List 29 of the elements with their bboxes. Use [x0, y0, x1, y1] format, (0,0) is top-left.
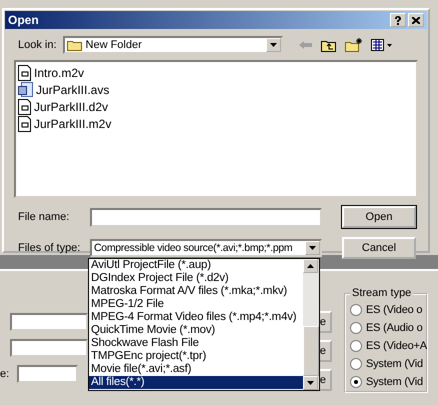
window-title: Open: [8, 13, 40, 27]
file-name-label: File name:: [18, 211, 70, 223]
list-option[interactable]: MPEG-4 Format Video files (*.mp4;*.m4v): [89, 311, 303, 324]
file-type-dropdown[interactable]: Compressible video source(*.avi;*.bmp;*.ppm: [90, 239, 322, 257]
list-option[interactable]: Movie file(*.avi;*.asf): [89, 363, 303, 376]
radio-label: System (Vid: [366, 358, 423, 370]
list-option[interactable]: DGIndex Project File (*.d2v): [89, 272, 303, 285]
radio-label: ES (Video+A: [366, 340, 427, 352]
list-option[interactable]: MPEG-1/2 File: [89, 298, 303, 311]
list-option[interactable]: AviUtl ProjectFile (*.aup): [89, 259, 303, 272]
look-in-dropdown[interactable]: New Folder: [62, 36, 283, 54]
cancel-button[interactable]: Cancel: [342, 237, 416, 259]
list-option[interactable]: QuickTime Movie (*.mov): [89, 324, 303, 337]
file-item[interactable]: JurParkIII.m2v: [18, 115, 414, 132]
list-option[interactable]: Matroska Format A/V files (*.mka;*.mkv): [89, 285, 303, 298]
radio-label: ES (Video o: [366, 304, 422, 316]
list-option[interactable]: All files(*.*): [89, 376, 303, 389]
group-title: Stream type: [350, 287, 414, 299]
file-item[interactable]: Intro.m2v: [18, 64, 414, 81]
field-label: e:: [0, 368, 10, 380]
file-item[interactable]: JurParkIII.avs: [18, 81, 414, 98]
list-option[interactable]: Shockwave Flash File: [89, 337, 303, 350]
files-of-type-label: Files of type:: [18, 242, 82, 254]
radio-label: System (Vid: [366, 376, 423, 388]
look-in-label: Look in:: [18, 39, 57, 51]
open-button[interactable]: Open: [342, 206, 416, 228]
file-item[interactable]: JurParkIII.d2v: [18, 98, 414, 115]
list-option[interactable]: TMPGEnc project(*.tpr): [89, 350, 303, 363]
radio-label: ES (Audio o: [366, 322, 423, 334]
